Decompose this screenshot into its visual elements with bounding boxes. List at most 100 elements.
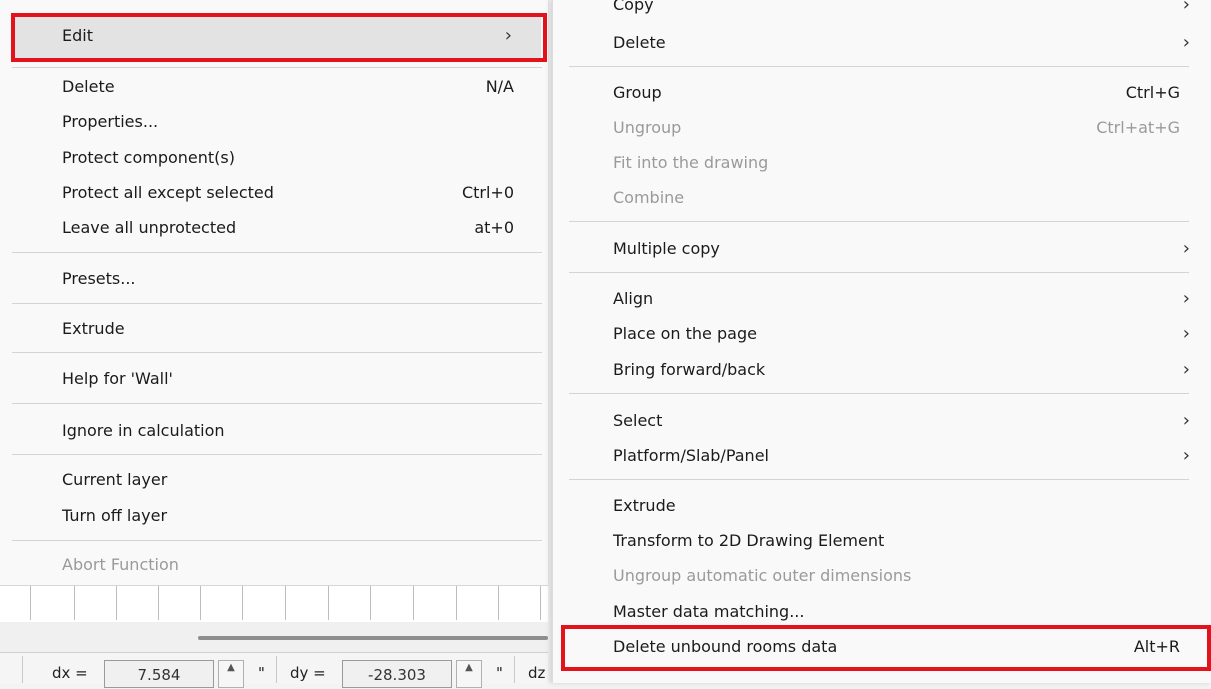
menu-item-place-on-page[interactable]: Place on the page › bbox=[613, 317, 1190, 351]
menu-separator bbox=[12, 540, 542, 541]
scrollbar-thumb[interactable] bbox=[198, 636, 548, 640]
menu-item-select[interactable]: Select › bbox=[613, 404, 1190, 438]
menu-item-label: Ignore in calculation bbox=[62, 421, 225, 440]
menu-item-label: Delete bbox=[62, 77, 115, 96]
chevron-right-icon: › bbox=[1182, 32, 1190, 53]
menu-separator bbox=[12, 454, 542, 455]
dx-input[interactable]: 7.584 bbox=[104, 660, 214, 688]
menu-item-master-data-matching[interactable]: Master data matching... bbox=[613, 595, 1190, 629]
highlight-box-edit bbox=[11, 13, 547, 62]
menu-separator bbox=[12, 67, 542, 68]
menu-item-label: Transform to 2D Drawing Element bbox=[613, 531, 885, 550]
status-separator bbox=[514, 656, 515, 683]
menu-item-ungroup: Ungroup Ctrl+at+G bbox=[613, 111, 1190, 145]
menu-item-label: Help for 'Wall' bbox=[62, 369, 173, 388]
menu-item-leave-all-unprotected[interactable]: Leave all unprotected at+0 bbox=[62, 211, 518, 245]
menu-separator bbox=[12, 252, 542, 253]
chevron-right-icon: › bbox=[1182, 0, 1190, 15]
menu-item-transform-to-2d[interactable]: Transform to 2D Drawing Element bbox=[613, 524, 1190, 558]
ruler-tick bbox=[413, 586, 414, 620]
menu-item-properties[interactable]: Properties... bbox=[62, 105, 518, 139]
ruler-tick bbox=[116, 586, 117, 620]
menu-item-label: Copy bbox=[613, 0, 654, 14]
menu-item-label: Combine bbox=[613, 188, 685, 207]
menu-item-label: Bring forward/back bbox=[613, 360, 766, 379]
menu-separator bbox=[569, 479, 1189, 480]
menu-item-platform-slab-panel[interactable]: Platform/Slab/Panel › bbox=[613, 439, 1190, 473]
dy-unit: " bbox=[496, 664, 503, 682]
menu-item-protect-all-except-selected[interactable]: Protect all except selected Ctrl+0 bbox=[62, 176, 518, 210]
ruler-tick bbox=[498, 586, 499, 620]
menu-item-label: Current layer bbox=[62, 470, 168, 489]
ruler-tick bbox=[328, 586, 329, 620]
ruler-tick bbox=[242, 586, 243, 620]
menu-item-label: Abort Function bbox=[62, 555, 179, 574]
dy-spinner[interactable]: ▲ bbox=[456, 660, 482, 688]
dy-input[interactable]: -28.303 bbox=[342, 660, 452, 688]
ruler-tick bbox=[370, 586, 371, 620]
chevron-right-icon: › bbox=[1182, 410, 1190, 431]
menu-item-extrude[interactable]: Extrude bbox=[62, 312, 518, 346]
menu-item-group[interactable]: Group Ctrl+G bbox=[613, 76, 1190, 110]
shortcut-label: at+0 bbox=[474, 218, 514, 237]
dx-unit: " bbox=[258, 664, 265, 682]
menu-item-label: Turn off layer bbox=[62, 506, 168, 525]
ruler-tick bbox=[200, 586, 201, 620]
menu-item-copy[interactable]: Copy › bbox=[613, 0, 1190, 18]
menu-item-label: Fit into the drawing bbox=[613, 153, 769, 172]
ruler-tick bbox=[30, 586, 31, 620]
menu-separator bbox=[12, 352, 542, 353]
menu-separator bbox=[12, 303, 542, 304]
menu-item-label: Properties... bbox=[62, 112, 159, 131]
menu-item-presets[interactable]: Presets... bbox=[62, 262, 518, 296]
highlight-box-delete-unbound-rooms bbox=[561, 625, 1211, 671]
ruler-tick bbox=[540, 586, 541, 620]
ruler-tick bbox=[158, 586, 159, 620]
menu-item-protect-components[interactable]: Protect component(s) bbox=[62, 141, 518, 175]
menu-item-label: Presets... bbox=[62, 269, 136, 288]
menu-separator bbox=[569, 272, 1189, 273]
status-separator bbox=[276, 656, 277, 683]
menu-item-multiple-copy[interactable]: Multiple copy › bbox=[613, 232, 1190, 266]
menu-item-label: Group bbox=[613, 83, 662, 102]
menu-item-label: Master data matching... bbox=[613, 602, 805, 621]
menu-item-help-for-wall[interactable]: Help for 'Wall' bbox=[62, 362, 518, 396]
dz-label: dz bbox=[528, 664, 546, 682]
menu-item-ignore-in-calculation[interactable]: Ignore in calculation bbox=[62, 414, 518, 448]
shortcut-label: Ctrl+G bbox=[1125, 83, 1180, 102]
menu-item-ungroup-outer-dimensions: Ungroup automatic outer dimensions bbox=[613, 559, 1190, 593]
dx-label: dx = bbox=[52, 664, 88, 682]
menu-item-label: Ungroup automatic outer dimensions bbox=[613, 566, 912, 585]
ruler-tick bbox=[456, 586, 457, 620]
ruler-tick bbox=[285, 586, 286, 620]
chevron-right-icon: › bbox=[1182, 288, 1190, 309]
menu-item-current-layer[interactable]: Current layer bbox=[62, 463, 518, 497]
menu-item-label: Protect component(s) bbox=[62, 148, 235, 167]
menu-item-label: Extrude bbox=[62, 319, 125, 338]
ruler bbox=[0, 585, 548, 623]
shortcut-label: Ctrl+0 bbox=[461, 183, 514, 202]
menu-item-bring-forward-back[interactable]: Bring forward/back › bbox=[613, 353, 1190, 387]
menu-item-extrude[interactable]: Extrude bbox=[613, 489, 1190, 523]
menu-item-abort-function: Abort Function bbox=[62, 548, 518, 582]
menu-item-label: Leave all unprotected bbox=[62, 218, 237, 237]
status-separator bbox=[22, 656, 23, 683]
dy-label: dy = bbox=[290, 664, 326, 682]
menu-item-turn-off-layer[interactable]: Turn off layer bbox=[62, 499, 518, 533]
chevron-right-icon: › bbox=[1182, 359, 1190, 380]
menu-item-label: Ungroup bbox=[613, 118, 682, 137]
menu-item-label: Extrude bbox=[613, 496, 676, 515]
menu-separator bbox=[569, 393, 1189, 394]
menu-item-align[interactable]: Align › bbox=[613, 282, 1190, 316]
menu-separator bbox=[569, 66, 1189, 67]
dx-spinner[interactable]: ▲ bbox=[218, 660, 244, 688]
chevron-right-icon: › bbox=[1182, 238, 1190, 259]
menu-item-label: Protect all except selected bbox=[62, 183, 274, 202]
edit-submenu: Copy › Delete › Group Ctrl+G Ungroup Ctr… bbox=[552, 0, 1211, 683]
menu-item-delete[interactable]: Delete N/A bbox=[62, 70, 518, 104]
menu-item-label: Delete bbox=[613, 33, 666, 52]
menu-item-delete[interactable]: Delete › bbox=[613, 26, 1190, 60]
menu-item-combine: Combine bbox=[613, 181, 1190, 215]
shortcut-label: N/A bbox=[485, 77, 514, 96]
context-menu: Edit › Delete N/A Properties... Protect … bbox=[0, 0, 549, 585]
